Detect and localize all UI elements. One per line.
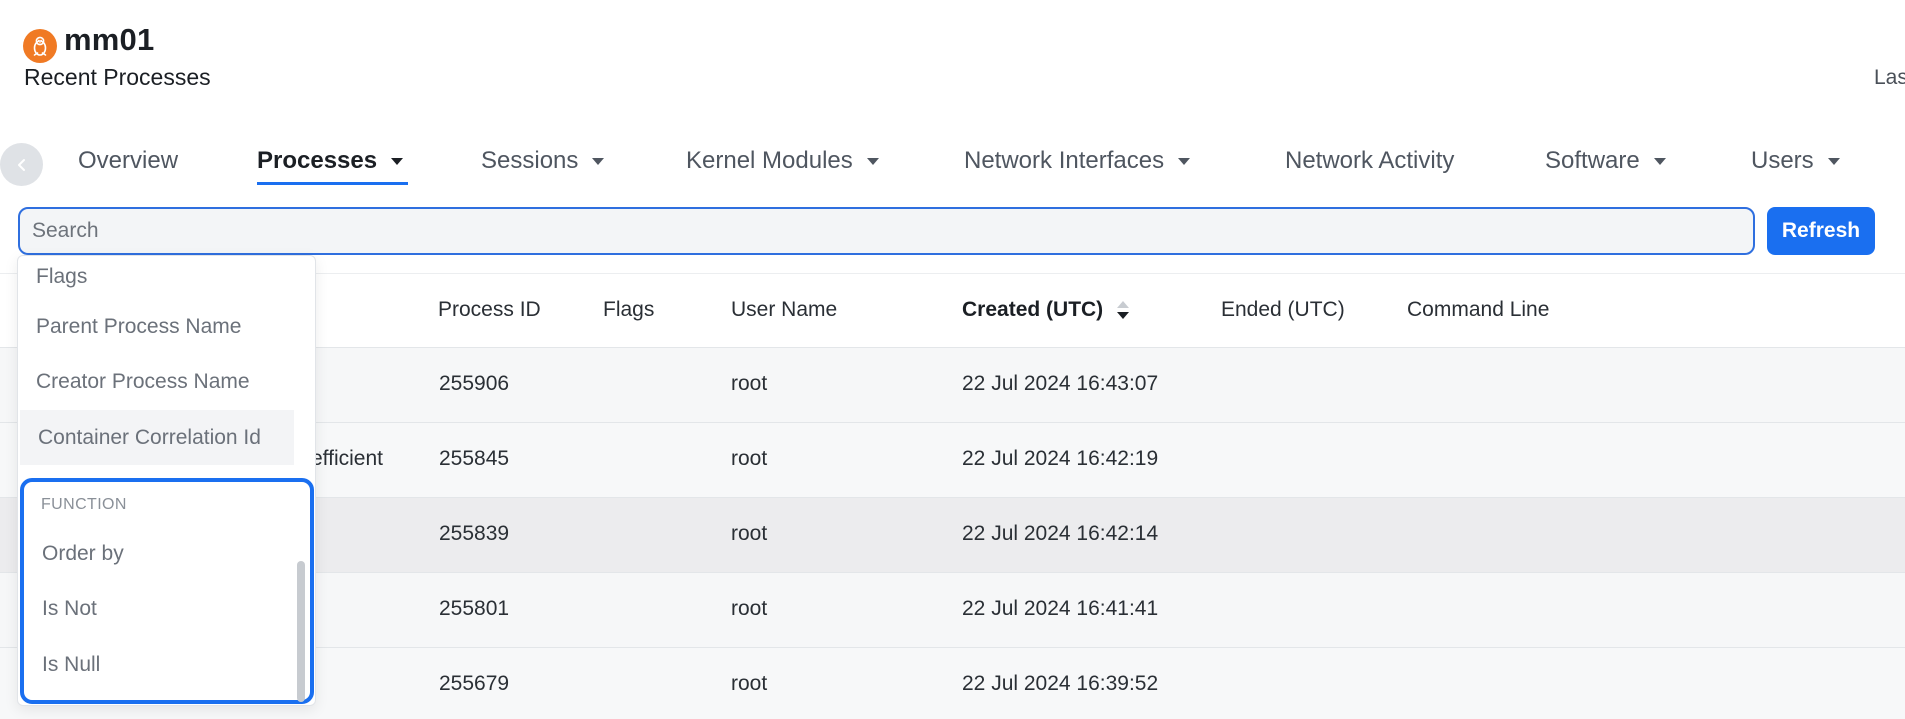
linux-penguin-icon: [23, 29, 57, 63]
tab-label: Network Interfaces: [964, 147, 1165, 174]
column-header-created[interactable]: Created (UTC): [962, 298, 1103, 322]
page-subtitle: Recent Processes: [24, 64, 211, 90]
caret-down-icon: [1653, 157, 1666, 165]
column-header-process-id[interactable]: Process ID: [438, 298, 541, 322]
cell-process-id: 255679: [439, 672, 510, 695]
tab-overview[interactable]: Overview: [78, 136, 178, 186]
tab-network-activity[interactable]: Network Activity: [1285, 136, 1454, 186]
search-input[interactable]: [18, 207, 1755, 255]
cell-user-name: root: [731, 372, 768, 395]
tab-kernel-modules[interactable]: Kernel Modules: [686, 136, 879, 186]
caret-down-icon: [1827, 157, 1840, 165]
function-group: FUNCTION Order by Is Not Is Null: [20, 478, 314, 704]
tab-sessions[interactable]: Sessions: [481, 136, 605, 186]
caret-down-icon: [866, 157, 879, 165]
tab-users[interactable]: Users: [1751, 136, 1840, 186]
caret-down-icon: [592, 157, 605, 165]
tab-processes[interactable]: Processes: [257, 136, 404, 186]
page-header: mm01 Recent Processes Las: [0, 0, 1905, 100]
cell-created: 22 Jul 2024 16:39:52: [962, 672, 1159, 695]
tab-label: Network Activity: [1285, 147, 1455, 174]
cell-user-name: root: [731, 672, 768, 695]
cell-process-id: 255906: [439, 372, 510, 395]
cell-user-name: root: [731, 522, 768, 545]
column-header-user-name[interactable]: User Name: [731, 298, 837, 322]
suggestion-item-parent-process-name[interactable]: Parent Process Name: [18, 299, 292, 354]
function-group-label: FUNCTION: [41, 496, 127, 513]
active-tab-indicator: [257, 182, 408, 185]
suggestion-item-is-null[interactable]: Is Null: [24, 637, 294, 692]
tab-label: Users: [1751, 147, 1814, 174]
tab-software[interactable]: Software: [1545, 136, 1666, 186]
sort-desc-icon: [1117, 301, 1129, 323]
cell-user-name: root: [731, 447, 768, 470]
tabs-scroll-left-button[interactable]: [0, 143, 43, 186]
cell-created: 22 Jul 2024 16:42:19: [962, 447, 1159, 470]
tab-label: Processes: [257, 147, 378, 174]
cell-created: 22 Jul 2024 16:43:07: [962, 372, 1159, 395]
column-header-ended[interactable]: Ended (UTC): [1221, 298, 1345, 322]
tab-label: Software: [1545, 147, 1640, 174]
cell-user-name: root: [731, 597, 768, 620]
dropdown-scrollbar[interactable]: [297, 561, 305, 702]
caret-down-icon: [1178, 157, 1191, 165]
last-updated-text: Las: [1874, 66, 1905, 89]
caret-down-icon: [391, 157, 404, 165]
suggestion-item-container-correlation-id[interactable]: Container Correlation Id: [20, 410, 294, 465]
cell-created: 22 Jul 2024 16:41:41: [962, 597, 1159, 620]
suggestion-item-is-not[interactable]: Is Not: [24, 581, 294, 636]
cell-process-id: 255845: [439, 447, 510, 470]
suggestion-item-creator-process-name[interactable]: Creator Process Name: [18, 354, 292, 409]
tab-network-interfaces[interactable]: Network Interfaces: [964, 136, 1191, 186]
tab-label: Kernel Modules: [686, 147, 853, 174]
tab-label: Sessions: [481, 147, 579, 174]
search-suggestions-dropdown: Flags Parent Process Name Creator Proces…: [17, 255, 316, 706]
refresh-button[interactable]: Refresh: [1767, 207, 1875, 255]
suggestion-item-flags[interactable]: Flags: [18, 256, 292, 299]
tab-label: Overview: [78, 147, 179, 174]
cell-process-name: efficient: [311, 447, 383, 470]
host-name: mm01: [64, 22, 155, 57]
suggestion-item-order-by[interactable]: Order by: [24, 526, 294, 581]
cell-process-id: 255839: [439, 522, 510, 545]
cell-created: 22 Jul 2024 16:42:14: [962, 522, 1159, 545]
chevron-left-icon: [17, 158, 25, 171]
column-header-command-line[interactable]: Command Line: [1407, 298, 1549, 322]
cell-process-id: 255801: [439, 597, 510, 620]
column-header-flags[interactable]: Flags: [603, 298, 654, 322]
